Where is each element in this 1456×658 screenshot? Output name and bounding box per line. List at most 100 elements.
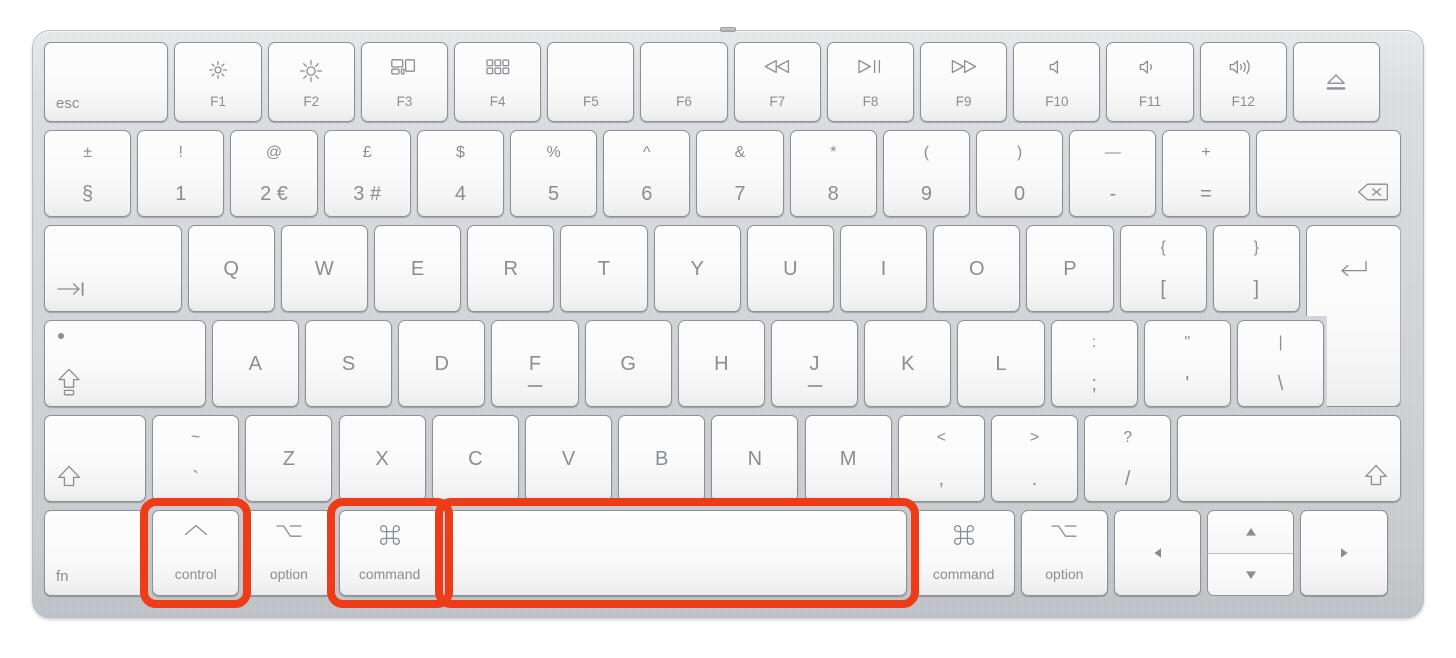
zero-key[interactable]: ) 0	[976, 130, 1064, 217]
key-base-legend: \	[1277, 373, 1284, 396]
five-key[interactable]: % 5	[510, 130, 598, 217]
e-key[interactable]: E	[373, 225, 462, 312]
eject-key[interactable]	[1292, 42, 1381, 122]
f6-key[interactable]: F6	[640, 42, 728, 122]
keyboard-row-function-row: esc F1 F2 F3 F4 F5 F6 F7 F8 F9 F10 F11 F12	[44, 42, 1412, 122]
f4-key[interactable]: F4	[454, 42, 542, 122]
key-base-legend: §	[82, 183, 94, 206]
y-key[interactable]: Y	[653, 225, 741, 312]
arrow-right-key[interactable]	[1300, 510, 1388, 596]
four-key[interactable]: $4	[416, 130, 504, 217]
z-key[interactable]: Z	[245, 415, 333, 502]
bracket-right-key[interactable]: }]	[1212, 225, 1300, 312]
esc-key[interactable]: esc	[44, 42, 169, 122]
r-key[interactable]: R	[467, 225, 555, 312]
three-key[interactable]: £3 #	[323, 130, 411, 217]
key-legend: Y	[690, 257, 704, 280]
key-sublabel: F7	[769, 94, 786, 110]
comma-key[interactable]: <,	[897, 415, 985, 502]
eight-key[interactable]: * 8	[789, 130, 877, 217]
i-key[interactable]: I	[839, 225, 928, 312]
j-key[interactable]: J	[770, 320, 859, 407]
six-key[interactable]: ^ 6	[603, 130, 691, 217]
f8-key[interactable]: F8	[826, 42, 915, 122]
x-key[interactable]: X	[338, 415, 426, 502]
backtick-key[interactable]: ~ `	[152, 415, 240, 502]
section-key[interactable]: ± §	[44, 130, 132, 217]
arrow-left-key[interactable]	[1113, 510, 1202, 596]
option-left-key[interactable]: option	[245, 510, 333, 596]
f3-key[interactable]: F3	[360, 42, 449, 122]
equals-key[interactable]: + =	[1162, 130, 1250, 217]
control-key[interactable]: control	[152, 510, 240, 596]
b-key[interactable]: B	[618, 415, 706, 502]
key-shift-legend: $	[455, 143, 465, 161]
shift-icon	[57, 465, 81, 487]
mission-control-icon	[362, 58, 447, 75]
delete-key[interactable]	[1255, 130, 1401, 217]
f11-key[interactable]: F11	[1106, 42, 1194, 122]
g-key[interactable]: G	[584, 320, 672, 407]
key-shift-legend: >	[1029, 428, 1040, 446]
f5-key[interactable]: F5	[547, 42, 635, 122]
f-key[interactable]: F	[491, 320, 579, 407]
key-shift-legend: ^	[643, 143, 651, 161]
f1-key[interactable]: F1	[174, 42, 262, 122]
seven-key[interactable]: & 7	[696, 130, 784, 217]
d-key[interactable]: D	[398, 320, 486, 407]
f9-key[interactable]: F9	[920, 42, 1008, 122]
arrow-up-key[interactable]	[1207, 510, 1295, 553]
l-key[interactable]: L	[957, 320, 1045, 407]
key-sublabel: command	[932, 565, 995, 582]
n-key[interactable]: N	[711, 415, 799, 502]
t-key[interactable]: T	[560, 225, 648, 312]
key-legend: N	[747, 447, 763, 470]
s-key[interactable]: S	[304, 320, 393, 407]
arrow-down-key[interactable]	[1207, 553, 1295, 596]
shift-icon	[1364, 464, 1388, 486]
k-key[interactable]: K	[864, 320, 952, 407]
v-key[interactable]: V	[524, 415, 613, 502]
key-sublabel: option	[269, 565, 308, 582]
fn-key[interactable]: fn	[44, 510, 147, 596]
one-key[interactable]: ! 1	[137, 130, 225, 217]
homing-bump	[527, 385, 543, 388]
slash-key[interactable]: ? /	[1084, 415, 1172, 502]
homing-bump	[807, 385, 823, 388]
f12-key[interactable]: F12	[1199, 42, 1287, 122]
caps-lock-key[interactable]	[44, 320, 206, 407]
space-key[interactable]	[446, 510, 907, 596]
f7-key[interactable]: F7	[733, 42, 821, 122]
period-key[interactable]: >.	[990, 415, 1079, 502]
backslash-key[interactable]: | \	[1236, 320, 1325, 407]
command-icon	[914, 524, 1014, 546]
command-right-key[interactable]: command	[912, 510, 1015, 596]
u-key[interactable]: U	[746, 225, 834, 312]
quote-key[interactable]: " '	[1143, 320, 1231, 407]
command-left-key[interactable]: command	[338, 510, 441, 596]
tab-key[interactable]	[44, 225, 182, 312]
shift-right-key[interactable]	[1177, 415, 1401, 502]
screenshot-root: esc F1 F2 F3 F4 F5 F6 F7 F8 F9 F10 F11 F12 ± §! 1 @2 € £3…	[0, 0, 1456, 658]
option-right-key[interactable]: option	[1020, 510, 1108, 596]
w-key[interactable]: W	[280, 225, 368, 312]
o-key[interactable]: O	[933, 225, 1021, 312]
a-key[interactable]: A	[211, 320, 299, 407]
key-legend: R	[503, 257, 518, 280]
minus-key[interactable]: — -	[1069, 130, 1157, 217]
shift-left-key[interactable]	[44, 415, 147, 502]
key-sublabel: F10	[1045, 94, 1069, 110]
arrow-updown-key[interactable]	[1207, 510, 1295, 596]
f2-key[interactable]: F2	[267, 42, 355, 122]
m-key[interactable]: M	[804, 415, 892, 502]
bracket-left-key[interactable]: {[	[1119, 225, 1207, 312]
two-key[interactable]: @2 €	[230, 130, 318, 217]
semicolon-key[interactable]: :;	[1050, 320, 1138, 407]
nine-key[interactable]: (9	[882, 130, 970, 217]
f10-key[interactable]: F10	[1013, 42, 1101, 122]
h-key[interactable]: H	[677, 320, 765, 407]
q-key[interactable]: Q	[187, 225, 275, 312]
c-key[interactable]: C	[431, 415, 519, 502]
eject-icon	[1294, 73, 1379, 91]
p-key[interactable]: P	[1026, 225, 1114, 312]
